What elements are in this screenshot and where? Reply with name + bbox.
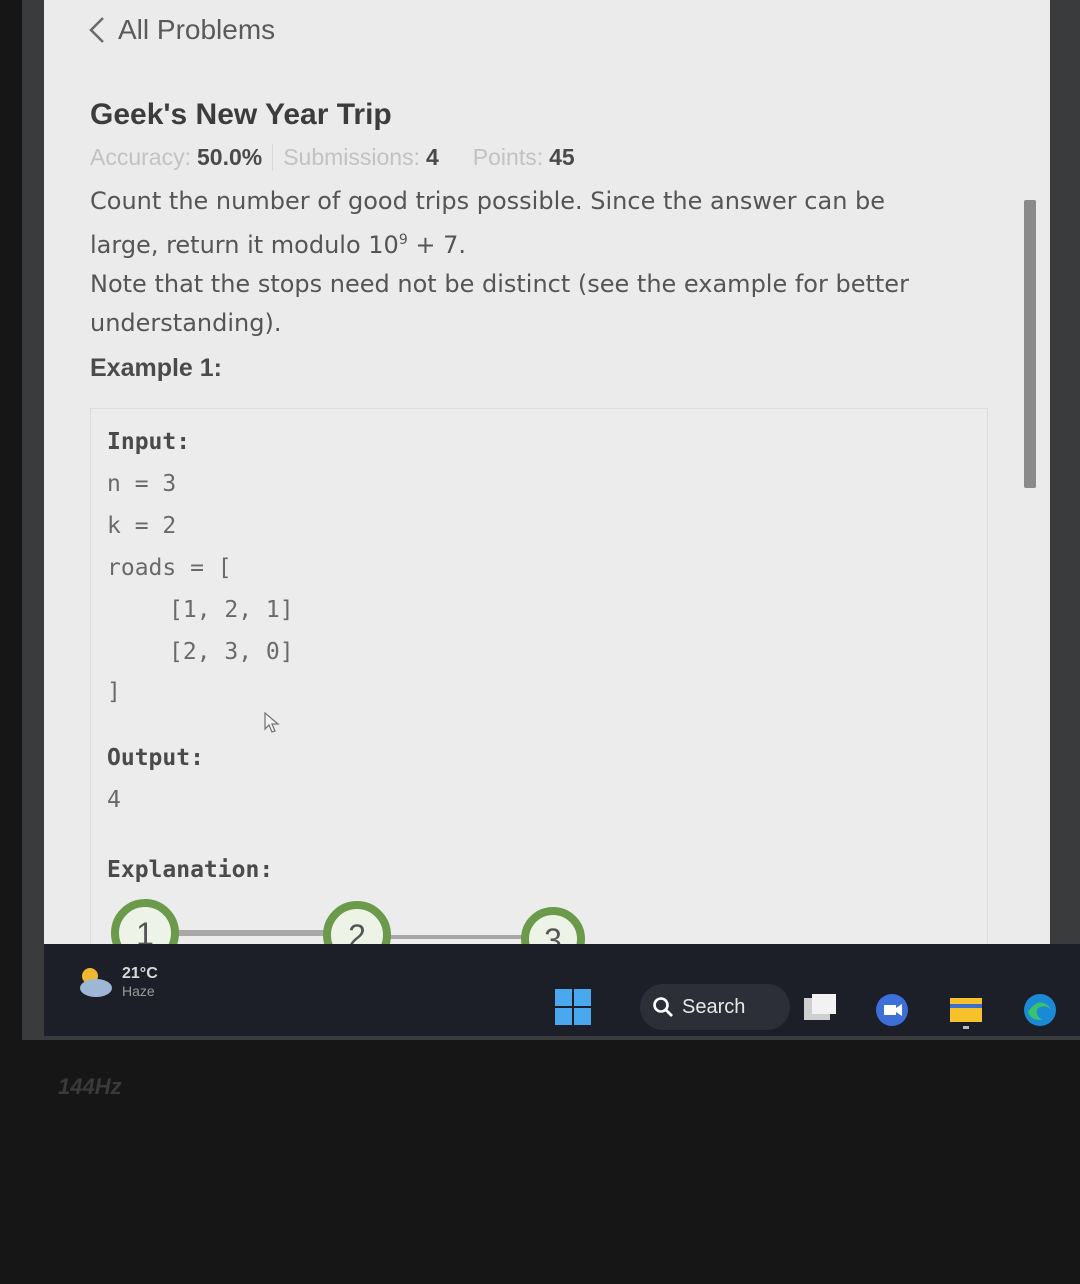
mouse-cursor-icon bbox=[264, 711, 280, 733]
windows-taskbar: 21°C Haze Search bbox=[44, 944, 1080, 1036]
problem-title: Geek's New Year Trip bbox=[90, 98, 392, 131]
output-value: 4 bbox=[107, 787, 121, 813]
points-label: Points: bbox=[472, 144, 544, 170]
points-value: 45 bbox=[549, 144, 575, 170]
submissions-value: 4 bbox=[425, 144, 439, 170]
monitor-refresh-badge: 144Hz bbox=[58, 1074, 122, 1099]
page-scrollbar[interactable] bbox=[1024, 200, 1036, 488]
task-view-icon[interactable] bbox=[800, 990, 840, 1030]
problem-stats: Accuracy: 50.0% Submissions: 4 Points: 4… bbox=[90, 144, 575, 171]
code-line: roads = [ bbox=[107, 555, 232, 581]
back-link[interactable]: All Problems bbox=[86, 14, 275, 46]
back-link-label: All Problems bbox=[118, 14, 276, 45]
weather-temperature: 21°C bbox=[122, 965, 158, 982]
example-code-block: Input: n = 3 k = 2 roads = [ [1, 2, 1] [… bbox=[90, 408, 988, 988]
windows-start-icon[interactable] bbox=[554, 988, 592, 1026]
taskbar-search-button[interactable]: Search bbox=[640, 984, 790, 1030]
accuracy-value: 50.0% bbox=[196, 144, 263, 170]
meet-icon[interactable] bbox=[872, 990, 912, 1030]
description-line: large, return it modulo 109 + 7. bbox=[90, 231, 467, 259]
output-label: Output: bbox=[107, 745, 204, 771]
search-icon bbox=[653, 997, 673, 1017]
chevron-left-icon bbox=[89, 17, 104, 43]
weather-widget[interactable]: 21°C Haze bbox=[74, 964, 158, 1000]
example-heading: Example 1: bbox=[90, 354, 223, 382]
submissions-label: Submissions: bbox=[283, 144, 420, 170]
description-line: Note that the stops need not be distinct… bbox=[90, 270, 909, 298]
input-label: Input: bbox=[107, 429, 191, 455]
code-line: ] bbox=[107, 679, 121, 705]
description-line: understanding). bbox=[90, 309, 282, 337]
weather-condition: Haze bbox=[122, 983, 155, 999]
weather-haze-icon bbox=[80, 968, 112, 997]
description-line: Count the number of good trips possible.… bbox=[90, 187, 886, 215]
search-label: Search bbox=[682, 995, 746, 1018]
code-line: k = 2 bbox=[107, 513, 177, 539]
file-explorer-icon[interactable] bbox=[946, 990, 986, 1030]
edge-icon[interactable] bbox=[1020, 990, 1060, 1030]
problem-description: Count the number of good trips possible.… bbox=[90, 182, 970, 343]
stats-divider bbox=[272, 144, 274, 171]
problem-page: All Problems Geek's New Year Trip Accura… bbox=[44, 0, 1050, 988]
code-line: n = 3 bbox=[107, 471, 177, 497]
explanation-label: Explanation: bbox=[107, 857, 274, 883]
accuracy-label: Accuracy: bbox=[90, 144, 191, 170]
monitor-screen: All Problems Geek's New Year Trip Accura… bbox=[22, 0, 1080, 1040]
code-line: [2, 3, 0] bbox=[169, 639, 294, 665]
code-line: [1, 2, 1] bbox=[169, 597, 294, 623]
